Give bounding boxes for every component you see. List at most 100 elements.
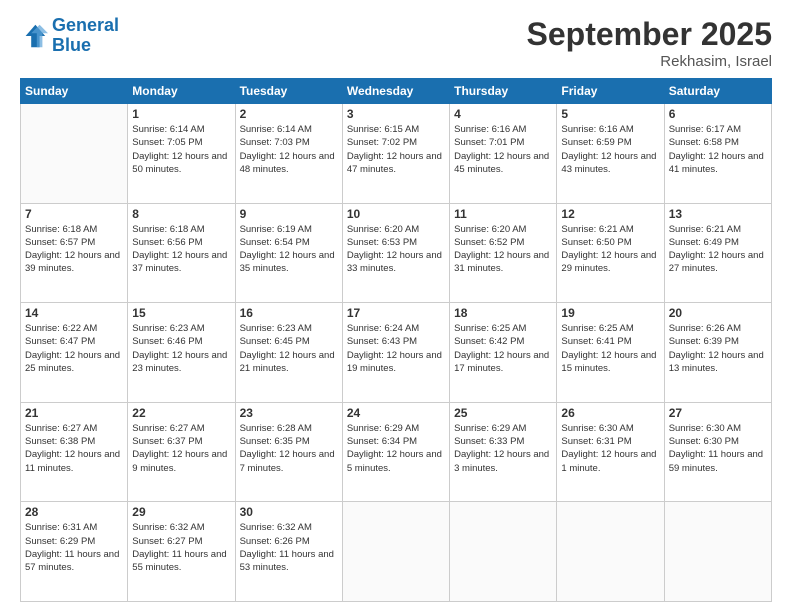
cell-info: Sunrise: 6:25 AMSunset: 6:41 PMDaylight:…	[561, 322, 659, 375]
table-row: 10 Sunrise: 6:20 AMSunset: 6:53 PMDaylig…	[342, 203, 449, 303]
header: General Blue September 2025 Rekhasim, Is…	[20, 16, 772, 70]
cell-info: Sunrise: 6:26 AMSunset: 6:39 PMDaylight:…	[669, 322, 767, 375]
cell-info: Sunrise: 6:24 AMSunset: 6:43 PMDaylight:…	[347, 322, 445, 375]
title-month: September 2025	[527, 16, 772, 53]
table-row: 27 Sunrise: 6:30 AMSunset: 6:30 PMDaylig…	[664, 402, 771, 502]
cell-day: 25	[454, 406, 552, 420]
table-row: 14 Sunrise: 6:22 AMSunset: 6:47 PMDaylig…	[21, 303, 128, 403]
cell-day: 26	[561, 406, 659, 420]
col-friday: Friday	[557, 79, 664, 104]
calendar-week-row: 7 Sunrise: 6:18 AMSunset: 6:57 PMDayligh…	[21, 203, 772, 303]
cell-info: Sunrise: 6:28 AMSunset: 6:35 PMDaylight:…	[240, 422, 338, 475]
cell-day: 1	[132, 107, 230, 121]
table-row: 24 Sunrise: 6:29 AMSunset: 6:34 PMDaylig…	[342, 402, 449, 502]
cell-day: 3	[347, 107, 445, 121]
col-tuesday: Tuesday	[235, 79, 342, 104]
table-row: 7 Sunrise: 6:18 AMSunset: 6:57 PMDayligh…	[21, 203, 128, 303]
table-row: 9 Sunrise: 6:19 AMSunset: 6:54 PMDayligh…	[235, 203, 342, 303]
cell-info: Sunrise: 6:21 AMSunset: 6:50 PMDaylight:…	[561, 223, 659, 276]
cell-info: Sunrise: 6:32 AMSunset: 6:27 PMDaylight:…	[132, 521, 230, 574]
cell-info: Sunrise: 6:15 AMSunset: 7:02 PMDaylight:…	[347, 123, 445, 176]
col-sunday: Sunday	[21, 79, 128, 104]
cell-day: 17	[347, 306, 445, 320]
cell-info: Sunrise: 6:29 AMSunset: 6:34 PMDaylight:…	[347, 422, 445, 475]
page: General Blue September 2025 Rekhasim, Is…	[0, 0, 792, 612]
table-row: 16 Sunrise: 6:23 AMSunset: 6:45 PMDaylig…	[235, 303, 342, 403]
logo-general: General	[52, 15, 119, 35]
cell-info: Sunrise: 6:20 AMSunset: 6:52 PMDaylight:…	[454, 223, 552, 276]
cell-info: Sunrise: 6:23 AMSunset: 6:46 PMDaylight:…	[132, 322, 230, 375]
cell-day: 19	[561, 306, 659, 320]
table-row: 12 Sunrise: 6:21 AMSunset: 6:50 PMDaylig…	[557, 203, 664, 303]
calendar-week-row: 14 Sunrise: 6:22 AMSunset: 6:47 PMDaylig…	[21, 303, 772, 403]
logo-icon	[20, 22, 48, 50]
col-wednesday: Wednesday	[342, 79, 449, 104]
logo-text: General Blue	[52, 16, 119, 56]
table-row: 8 Sunrise: 6:18 AMSunset: 6:56 PMDayligh…	[128, 203, 235, 303]
cell-day: 2	[240, 107, 338, 121]
cell-day: 16	[240, 306, 338, 320]
cell-day: 29	[132, 505, 230, 519]
cell-info: Sunrise: 6:32 AMSunset: 6:26 PMDaylight:…	[240, 521, 338, 574]
table-row: 26 Sunrise: 6:30 AMSunset: 6:31 PMDaylig…	[557, 402, 664, 502]
table-row	[21, 104, 128, 204]
table-row	[450, 502, 557, 602]
table-row: 19 Sunrise: 6:25 AMSunset: 6:41 PMDaylig…	[557, 303, 664, 403]
table-row: 1 Sunrise: 6:14 AMSunset: 7:05 PMDayligh…	[128, 104, 235, 204]
cell-info: Sunrise: 6:18 AMSunset: 6:57 PMDaylight:…	[25, 223, 123, 276]
table-row: 11 Sunrise: 6:20 AMSunset: 6:52 PMDaylig…	[450, 203, 557, 303]
table-row: 28 Sunrise: 6:31 AMSunset: 6:29 PMDaylig…	[21, 502, 128, 602]
table-row: 5 Sunrise: 6:16 AMSunset: 6:59 PMDayligh…	[557, 104, 664, 204]
table-row: 20 Sunrise: 6:26 AMSunset: 6:39 PMDaylig…	[664, 303, 771, 403]
cell-info: Sunrise: 6:16 AMSunset: 6:59 PMDaylight:…	[561, 123, 659, 176]
cell-info: Sunrise: 6:30 AMSunset: 6:30 PMDaylight:…	[669, 422, 767, 475]
table-row: 17 Sunrise: 6:24 AMSunset: 6:43 PMDaylig…	[342, 303, 449, 403]
cell-day: 23	[240, 406, 338, 420]
cell-day: 10	[347, 207, 445, 221]
table-row	[557, 502, 664, 602]
cell-info: Sunrise: 6:21 AMSunset: 6:49 PMDaylight:…	[669, 223, 767, 276]
col-thursday: Thursday	[450, 79, 557, 104]
cell-day: 14	[25, 306, 123, 320]
table-row: 2 Sunrise: 6:14 AMSunset: 7:03 PMDayligh…	[235, 104, 342, 204]
cell-info: Sunrise: 6:25 AMSunset: 6:42 PMDaylight:…	[454, 322, 552, 375]
table-row: 25 Sunrise: 6:29 AMSunset: 6:33 PMDaylig…	[450, 402, 557, 502]
cell-day: 30	[240, 505, 338, 519]
cell-info: Sunrise: 6:23 AMSunset: 6:45 PMDaylight:…	[240, 322, 338, 375]
cell-info: Sunrise: 6:27 AMSunset: 6:37 PMDaylight:…	[132, 422, 230, 475]
table-row: 6 Sunrise: 6:17 AMSunset: 6:58 PMDayligh…	[664, 104, 771, 204]
col-monday: Monday	[128, 79, 235, 104]
cell-day: 6	[669, 107, 767, 121]
table-row: 23 Sunrise: 6:28 AMSunset: 6:35 PMDaylig…	[235, 402, 342, 502]
cell-day: 18	[454, 306, 552, 320]
logo: General Blue	[20, 16, 119, 56]
table-row: 3 Sunrise: 6:15 AMSunset: 7:02 PMDayligh…	[342, 104, 449, 204]
cell-info: Sunrise: 6:31 AMSunset: 6:29 PMDaylight:…	[25, 521, 123, 574]
title-block: September 2025 Rekhasim, Israel	[527, 16, 772, 70]
cell-day: 27	[669, 406, 767, 420]
cell-day: 28	[25, 505, 123, 519]
table-row: 15 Sunrise: 6:23 AMSunset: 6:46 PMDaylig…	[128, 303, 235, 403]
calendar-week-row: 21 Sunrise: 6:27 AMSunset: 6:38 PMDaylig…	[21, 402, 772, 502]
cell-info: Sunrise: 6:14 AMSunset: 7:05 PMDaylight:…	[132, 123, 230, 176]
table-row: 30 Sunrise: 6:32 AMSunset: 6:26 PMDaylig…	[235, 502, 342, 602]
calendar-header-row: Sunday Monday Tuesday Wednesday Thursday…	[21, 79, 772, 104]
calendar-table: Sunday Monday Tuesday Wednesday Thursday…	[20, 78, 772, 602]
table-row: 18 Sunrise: 6:25 AMSunset: 6:42 PMDaylig…	[450, 303, 557, 403]
cell-info: Sunrise: 6:30 AMSunset: 6:31 PMDaylight:…	[561, 422, 659, 475]
cell-info: Sunrise: 6:17 AMSunset: 6:58 PMDaylight:…	[669, 123, 767, 176]
table-row: 22 Sunrise: 6:27 AMSunset: 6:37 PMDaylig…	[128, 402, 235, 502]
table-row	[342, 502, 449, 602]
cell-day: 7	[25, 207, 123, 221]
cell-day: 11	[454, 207, 552, 221]
table-row	[664, 502, 771, 602]
logo-blue: Blue	[52, 35, 91, 55]
table-row: 21 Sunrise: 6:27 AMSunset: 6:38 PMDaylig…	[21, 402, 128, 502]
cell-day: 24	[347, 406, 445, 420]
cell-day: 5	[561, 107, 659, 121]
cell-day: 8	[132, 207, 230, 221]
table-row: 4 Sunrise: 6:16 AMSunset: 7:01 PMDayligh…	[450, 104, 557, 204]
cell-info: Sunrise: 6:29 AMSunset: 6:33 PMDaylight:…	[454, 422, 552, 475]
cell-info: Sunrise: 6:27 AMSunset: 6:38 PMDaylight:…	[25, 422, 123, 475]
cell-day: 15	[132, 306, 230, 320]
